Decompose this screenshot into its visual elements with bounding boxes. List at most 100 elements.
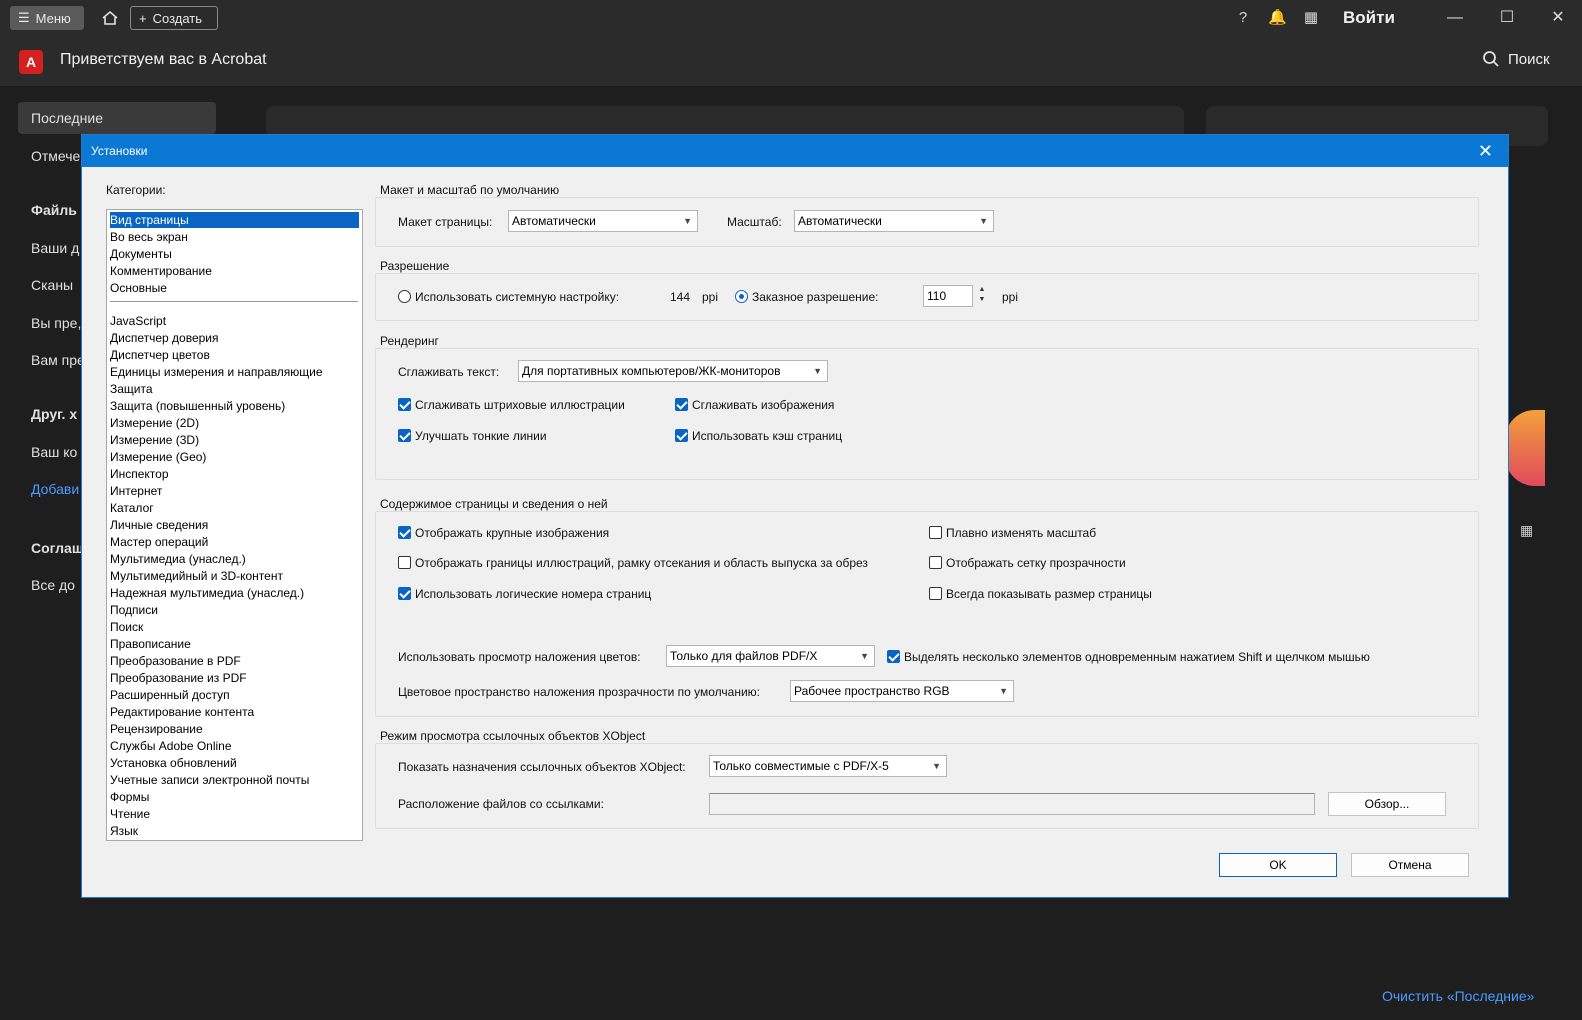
category-item[interactable]: Установка обновлений [110,755,237,771]
xobject-targets-select[interactable]: Только совместимые с PDF/X-5 ▼ [709,755,947,777]
category-item[interactable]: Преобразование в PDF [110,653,241,669]
promo-graphic [1505,410,1545,486]
search-label: Поиск [1508,50,1550,68]
zoom-label: Масштаб: [727,215,782,229]
chevron-down-icon: ▼ [999,686,1008,696]
page-size-checkbox[interactable] [929,587,942,600]
home-button[interactable] [96,6,124,30]
title-bar: ☰ Меню + Создать ? 🔔 ▦ Войти — ☐ ✕ [0,0,1582,36]
resolution-stepper[interactable]: ▲ ▼ [975,285,989,307]
shift-select-checkbox[interactable] [887,650,900,663]
sidebar-item-add-account[interactable]: Добави [31,481,79,497]
category-item[interactable]: Личные сведения [110,517,208,533]
hamburger-icon: ☰ [18,10,30,25]
custom-resolution-unit: ppi [1002,290,1019,304]
browse-button[interactable]: Обзор... [1328,792,1446,816]
sidebar-item-your-files[interactable]: Ваши д [31,240,79,256]
enhance-thin-lines-checkbox[interactable] [398,429,411,442]
category-item[interactable]: Измерение (Geo) [110,449,206,465]
shift-select-label: Выделять несколько элементов одновременн… [904,650,1370,664]
system-resolution-label: Использовать системную настройку: [415,290,620,304]
category-item[interactable]: Учетные записи электронной почты [110,772,309,788]
transparency-grid-checkbox[interactable] [929,556,942,569]
page-cache-label: Использовать кэш страниц [692,429,843,443]
sidebar-item-recent[interactable]: Последние [31,110,103,126]
ok-button[interactable]: OK [1219,853,1337,877]
smooth-zoom-checkbox[interactable] [929,526,942,539]
category-item[interactable]: Расширенный доступ [110,687,230,703]
logical-page-numbers-checkbox[interactable] [398,587,411,600]
category-item[interactable]: Инспектор [110,466,169,482]
category-item-selected[interactable]: Вид страницы [110,212,359,228]
category-item[interactable]: Формы [110,789,149,805]
logical-page-numbers-label: Использовать логические номера страниц [415,587,652,601]
category-item[interactable]: Документы [110,246,172,262]
signin-button[interactable]: Войти [1343,8,1395,28]
custom-resolution-input[interactable]: 110 [923,285,973,307]
category-item[interactable]: Защита [110,381,153,397]
category-item[interactable]: Поиск [110,619,143,635]
category-item[interactable]: Подписи [110,602,158,618]
category-item[interactable]: Мультимедиа (унаслед.) [110,551,246,567]
help-icon[interactable]: ? [1234,9,1252,27]
category-item[interactable]: Мастер операций [110,534,208,550]
sidebar-heading-files: Файль [31,202,77,218]
category-item[interactable]: Комментирование [110,263,212,279]
sidebar-item-scans[interactable]: Сканы [31,277,73,293]
category-item[interactable]: Чтение [110,806,150,822]
sidebar-item-shared-by-you[interactable]: Вы пре, [31,315,81,331]
close-icon[interactable]: ✕ [1546,6,1570,30]
overprint-select[interactable]: Только для файлов PDF/X ▼ [666,645,875,667]
category-item[interactable]: Измерение (3D) [110,432,199,448]
art-boxes-checkbox[interactable] [398,556,411,569]
category-item[interactable]: Каталог [110,500,154,516]
category-item[interactable]: Основные [110,280,167,296]
apps-icon[interactable]: ▦ [1302,9,1320,27]
category-item[interactable]: Во весь экран [110,229,188,245]
category-item[interactable]: Единицы измерения и направляющие [110,364,323,380]
page-layout-select[interactable]: Автоматически ▼ [508,210,698,232]
clear-recent-link[interactable]: Очистить «Последние» [1382,988,1534,1004]
category-item[interactable]: Редактирование контента [110,704,254,720]
sidebar-item-starred[interactable]: Отмече [31,148,80,164]
category-item[interactable]: Язык [110,823,138,839]
menu-button[interactable]: ☰ Меню [10,6,84,30]
linked-files-location-field[interactable] [709,793,1315,815]
category-separator [110,301,358,302]
sidebar-item-your-computer[interactable]: Ваш ко [31,444,77,460]
chevron-down-icon: ▼ [813,366,822,376]
maximize-icon[interactable]: ☐ [1495,6,1519,30]
search-button[interactable]: Поиск [1482,50,1550,68]
category-item[interactable]: Защита (повышенный уровень) [110,398,285,414]
category-item[interactable]: Рецензирование [110,721,203,737]
category-item[interactable]: Диспетчер цветов [110,347,210,363]
sidebar-item-shared-with-you[interactable]: Вам пре [31,352,85,368]
create-button[interactable]: + Создать [130,6,218,30]
dialog-close-icon[interactable]: ✕ [1478,140,1493,162]
category-item[interactable]: Преобразование из PDF [110,670,247,686]
smooth-lineart-checkbox[interactable] [398,398,411,411]
category-item[interactable]: JavaScript [110,313,166,329]
cancel-button[interactable]: Отмена [1351,853,1469,877]
blend-space-select[interactable]: Рабочее пространство RGB ▼ [790,680,1014,702]
smooth-text-select[interactable]: Для портативных компьютеров/ЖК-мониторов… [518,360,828,382]
large-images-label: Отображать крупные изображения [415,526,610,540]
category-item[interactable]: Мультимедийный и 3D-контент [110,568,283,584]
bell-icon[interactable]: 🔔 [1268,9,1287,27]
sidebar-item-all-agreements[interactable]: Все до [31,577,75,593]
category-item[interactable]: Службы Adobe Online [110,738,232,754]
smooth-images-checkbox[interactable] [675,398,688,411]
category-item[interactable]: Диспетчер доверия [110,330,219,346]
category-item[interactable]: Измерение (2D) [110,415,199,431]
category-item[interactable]: Интернет [110,483,162,499]
large-images-checkbox[interactable] [398,526,411,539]
category-item[interactable]: Надежная мультимедиа (унаслед.) [110,585,304,601]
custom-resolution-radio[interactable] [735,290,748,303]
category-item[interactable]: Правописание [110,636,191,652]
minimize-icon[interactable]: — [1443,6,1467,30]
categories-list[interactable]: Вид страницы Во весь экран Документы Ком… [106,209,363,841]
system-resolution-radio[interactable] [398,290,411,303]
zoom-select[interactable]: Автоматически ▼ [794,210,994,232]
page-cache-checkbox[interactable] [675,429,688,442]
grid-view-icon[interactable]: ▦ [1520,522,1534,538]
